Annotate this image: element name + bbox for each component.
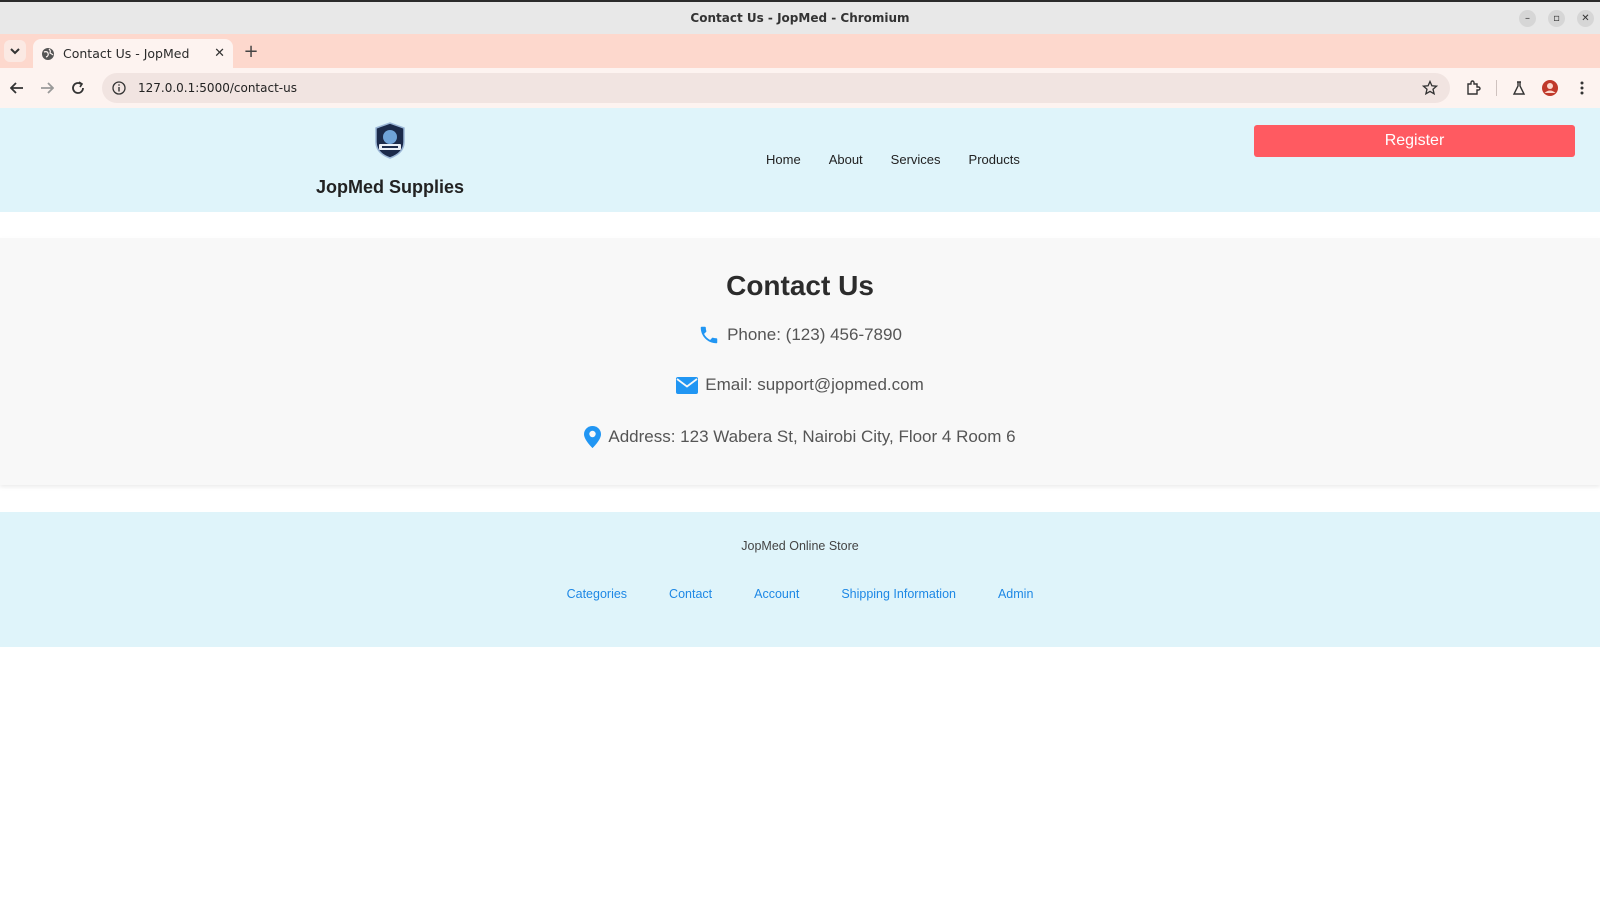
url-text[interactable]: 127.0.0.1:5000/contact-us — [138, 81, 297, 95]
nav-home[interactable]: Home — [766, 152, 801, 167]
brand-name[interactable]: JopMed Supplies — [300, 177, 480, 198]
tab-close-icon[interactable]: ✕ — [214, 46, 225, 61]
main-nav: Home About Services Products — [766, 152, 1020, 167]
window-controls: – ▫ ✕ — [1519, 10, 1594, 27]
nav-about[interactable]: About — [829, 152, 863, 167]
address-text: Address: 123 Wabera St, Nairobi City, Fl… — [608, 427, 1016, 446]
contact-email: Email: support@jopmed.com — [0, 375, 1600, 395]
reload-icon — [72, 81, 84, 94]
site-header: JopMed Supplies Home About Services Prod… — [0, 108, 1600, 212]
register-button[interactable]: Register — [1254, 125, 1575, 157]
toolbar-separator — [1496, 80, 1497, 96]
info-icon[interactable] — [112, 81, 126, 95]
tab-contact-us[interactable]: Contact Us - JopMed ✕ — [33, 39, 233, 68]
minimize-button[interactable]: – — [1519, 10, 1536, 27]
page-title: Contact Us — [726, 270, 874, 301]
puzzle-icon — [1467, 80, 1481, 95]
restore-button[interactable]: ▫ — [1548, 10, 1565, 27]
window-title: Contact Us - JopMed - Chromium — [690, 11, 910, 25]
more-vertical-icon — [1580, 81, 1584, 95]
tab-list-button[interactable] — [4, 40, 26, 62]
globe-icon — [42, 47, 54, 60]
contact-section: Contact Us Phone: (123) 456-7890 Email: … — [0, 238, 1600, 485]
window-titlebar: Contact Us - JopMed - Chromium – ▫ ✕ — [0, 0, 1600, 34]
browser-toolbar: 127.0.0.1:5000/contact-us — [0, 68, 1600, 108]
menu-button[interactable] — [1572, 78, 1592, 98]
reload-button[interactable] — [67, 77, 89, 99]
footer-title: JopMed Online Store — [741, 539, 859, 553]
map-pin-icon — [584, 426, 602, 448]
envelope-icon — [676, 376, 699, 394]
footer-links: Categories Contact Account Shipping Info… — [0, 587, 1600, 601]
chevron-down-icon — [10, 48, 20, 55]
email-text: Email: support@jopmed.com — [705, 375, 924, 394]
profile-button[interactable] — [1540, 78, 1560, 98]
labs-button[interactable] — [1509, 78, 1529, 98]
nav-products[interactable]: Products — [969, 152, 1020, 167]
jopmed-logo[interactable] — [370, 120, 410, 160]
brand[interactable]: JopMed Supplies — [300, 120, 480, 198]
flask-icon — [1512, 81, 1526, 95]
arrow-left-icon — [10, 82, 23, 94]
footer-link-contact[interactable]: Contact — [669, 587, 712, 601]
extensions-button[interactable] — [1463, 78, 1483, 98]
star-icon[interactable] — [1422, 80, 1438, 96]
contact-address: Address: 123 Wabera St, Nairobi City, Fl… — [0, 426, 1600, 448]
forward-button[interactable] — [36, 77, 58, 99]
arrow-right-icon — [41, 82, 54, 94]
phone-text: Phone: (123) 456-7890 — [727, 325, 902, 344]
contact-phone: Phone: (123) 456-7890 — [0, 324, 1600, 346]
tab-bar: Contact Us - JopMed ✕ + — [0, 34, 1600, 68]
phone-icon — [698, 324, 720, 346]
back-button[interactable] — [6, 77, 28, 99]
footer-link-account[interactable]: Account — [754, 587, 799, 601]
nav-services[interactable]: Services — [891, 152, 941, 167]
site-footer: JopMed Online Store Categories Contact A… — [0, 512, 1600, 647]
close-window-button[interactable]: ✕ — [1577, 10, 1594, 27]
new-tab-button[interactable]: + — [240, 40, 262, 62]
avatar-icon — [1542, 80, 1558, 96]
footer-link-categories[interactable]: Categories — [567, 587, 627, 601]
footer-link-admin[interactable]: Admin — [998, 587, 1033, 601]
address-bar[interactable]: 127.0.0.1:5000/contact-us — [102, 73, 1450, 103]
footer-link-shipping[interactable]: Shipping Information — [841, 587, 956, 601]
tab-title: Contact Us - JopMed — [63, 46, 190, 61]
